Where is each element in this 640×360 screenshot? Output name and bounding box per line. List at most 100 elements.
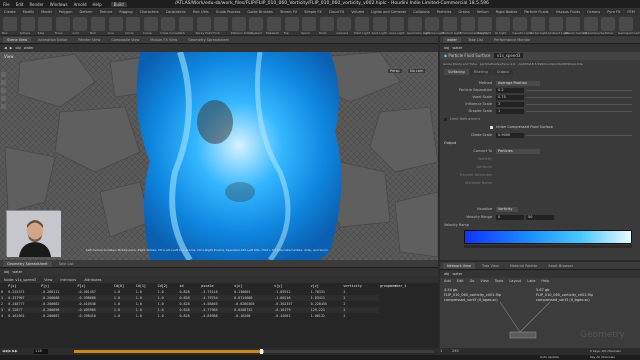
shelf-tab[interactable]: Model [38,9,55,15]
shelf-tool-icon[interactable] [214,17,229,31]
network-view[interactable]: Network View Tree View Material Palette … [440,262,640,348]
shelf-tool-icon[interactable] [372,17,387,31]
select-tool-icon[interactable] [1,72,6,77]
shelf-tab[interactable]: Constraints [162,9,189,15]
range-start[interactable]: 1 [440,348,442,355]
menu-windows[interactable]: Windows [47,2,71,7]
handle-tool-icon[interactable] [1,104,6,109]
info-link-b[interactable]: particlefluidsurface::2.0 [480,62,516,66]
tab-animation-editor[interactable]: Animation Editor [34,36,72,43]
path-water[interactable]: water [12,270,22,274]
tab-tree-view[interactable]: Tree View [478,262,503,269]
shelf-tool-icon[interactable] [425,17,440,31]
merge-node[interactable] [509,331,537,339]
shelf-tool-icon[interactable] [161,17,176,31]
attributes-menu[interactable]: Attributes [84,278,101,282]
shelf-tab[interactable]: Texture [96,9,116,15]
shelf-tab[interactable]: Hair Utils [189,9,212,15]
menu-arnold[interactable]: Arnold [71,2,90,7]
shelf-tool-icon[interactable] [390,17,405,31]
range-max-field[interactable]: 50 [526,215,554,220]
shelf-tool-icon[interactable] [55,17,70,31]
column-header[interactable]: groupmember_t [379,283,430,289]
net-menu-tools[interactable]: Tools [495,278,504,284]
persp-menu[interactable]: Persp [388,69,402,73]
net-menu-view[interactable]: View [480,278,488,284]
net-menu-labs[interactable]: Labs [527,278,535,284]
shelf-tab[interactable]: Oceans [584,9,604,15]
velocity-ramp[interactable] [464,230,632,244]
shelf-tool-icon[interactable] [443,17,457,31]
tab-output[interactable]: Output [492,69,513,75]
tab-take-list-2[interactable]: Take List [54,260,78,267]
compressed-checkbox[interactable] [490,126,493,129]
shelf-tab[interactable]: Vellum [473,9,492,15]
shelf-tab[interactable]: Lights and Cameras [368,9,410,15]
shelf-tab[interactable]: Grains [455,9,473,15]
build-menu[interactable]: Build [110,1,127,7]
path-obj[interactable]: obj [4,270,9,274]
key-all-button[interactable]: Key All Channels [590,355,615,360]
shelf-tool-icon[interactable] [196,17,211,31]
path-obj[interactable]: obj [444,272,449,276]
shelf-tool-icon[interactable] [319,17,334,31]
shelf-tool-icon[interactable] [601,17,616,31]
influence-field[interactable]: 3 [496,102,524,107]
tab-material-palette[interactable]: Material Palette [505,262,542,269]
shelf-tool-icon[interactable] [284,17,299,31]
frame-field[interactable]: 118 [34,349,48,354]
intrinsics-menu[interactable]: Intrinsics [60,278,76,282]
shelf-tab[interactable]: FEM [624,9,638,15]
table-row[interactable]: 4 0.261561 -0.200087 -0.398418 1.0 1.0 1.0 0.82… [0,313,430,319]
path-obj[interactable]: obj [15,46,20,50]
shelf-tool-icon[interactable] [249,17,264,31]
info-link-a[interactable]: Guide Points and Ticks [443,62,477,66]
node-name-field[interactable]: v1s_speed3 [493,53,524,58]
method-dropdown[interactable]: Average Position [496,81,540,86]
shelf-tool-icon[interactable] [143,17,158,31]
net-menu-help[interactable]: Help [541,278,549,284]
shelf-tool-icon[interactable] [566,17,581,31]
tab-surfacing[interactable]: Surfacing [444,69,469,75]
camera-menu[interactable]: No cam [408,69,426,73]
range-min-field[interactable]: 0 [496,215,524,220]
rotate-tool-icon[interactable] [1,88,6,93]
shelf-tool-icon[interactable] [531,17,545,31]
tab-geometry-spreadsheet[interactable]: Geometry Spreadsheet [184,36,233,43]
view-menu[interactable]: View [44,278,52,282]
shelf-tool-icon[interactable] [20,17,35,31]
limit-checkbox[interactable] [444,118,447,121]
tab-take-list[interactable]: Take List [463,36,487,43]
tab-performance-monitor[interactable]: Performance Monitor [489,36,535,43]
shelf-tool-icon[interactable] [91,17,105,31]
shelf-tool-icon[interactable] [3,17,17,31]
timeline-playhead[interactable] [260,349,263,354]
scale-tool-icon[interactable] [1,96,6,101]
shelf-tool-icon[interactable] [407,17,422,31]
tab-motion-fx-view[interactable]: Motion FX View [146,36,182,43]
voxel-scale-field[interactable]: 0.75 [496,95,524,100]
net-menu-add[interactable]: Add [444,278,451,284]
net-menu-edit[interactable]: Edit [457,278,464,284]
play-controls-icon[interactable]: ◀◀ ▶ ▶▶ [2,348,18,355]
shelf-tab[interactable]: Polygon [55,9,76,15]
shelf-tool-icon[interactable] [478,17,493,31]
dilate-field[interactable]: 0.9000 [496,133,524,138]
net-menu-layout[interactable]: Layout [509,278,521,284]
shelf-tool-icon[interactable] [513,17,528,31]
shelf-tool-icon[interactable] [38,17,53,31]
shelf-tab[interactable]: Terrain FX [276,9,301,15]
shelf-tab[interactable]: Cloud FX [325,9,348,15]
shelf-tab[interactable]: Particles [433,9,455,15]
shelf-tool-icon[interactable] [179,17,193,31]
voxel-scale-slider[interactable] [526,97,632,98]
path-obj[interactable]: obj [444,46,449,50]
droplet-slider[interactable] [526,111,632,112]
particle-sep-field[interactable]: 0.2 [496,88,524,93]
shelf-tab[interactable]: Characters [136,9,162,15]
tab-geo-spreadsheet[interactable]: Geometry Spreadsheet [3,260,52,267]
range-end[interactable]: 240 [452,348,459,355]
shelf-tool-icon[interactable] [267,17,281,31]
forward-icon[interactable]: ▶ [10,46,13,50]
shelf-tab[interactable]: Rigid Bodies [492,9,521,15]
